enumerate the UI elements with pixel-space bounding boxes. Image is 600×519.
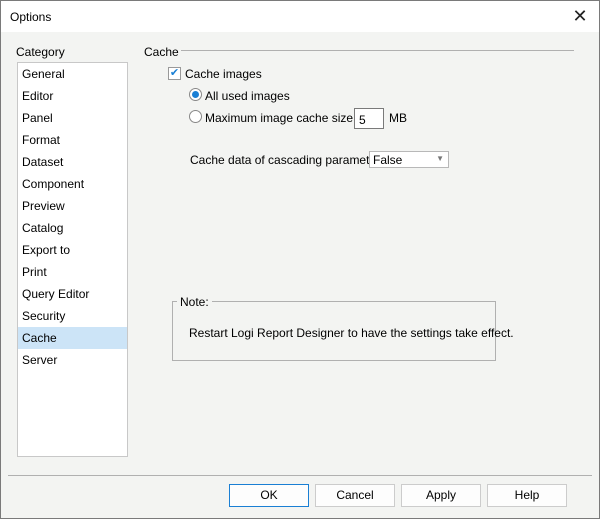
category-item-dataset[interactable]: Dataset: [18, 151, 127, 173]
apply-button[interactable]: Apply: [401, 484, 481, 507]
close-icon[interactable]: ✕: [569, 5, 591, 27]
all-used-images-label: All used images: [205, 89, 290, 103]
note-label: Note:: [177, 295, 212, 309]
cascading-value: False: [373, 153, 403, 167]
category-item-format[interactable]: Format: [18, 129, 127, 151]
max-cache-size-radio[interactable]: [189, 110, 202, 123]
category-item-print[interactable]: Print: [18, 261, 127, 283]
note-text: Restart Logi Report Designer to have the…: [189, 326, 514, 340]
ok-button[interactable]: OK: [229, 484, 309, 507]
max-cache-size-label: Maximum image cache size:: [205, 111, 357, 125]
category-item-cache[interactable]: Cache: [18, 327, 127, 349]
category-item-general[interactable]: General: [18, 63, 127, 85]
category-item-preview[interactable]: Preview: [18, 195, 127, 217]
category-item-server[interactable]: Server: [18, 349, 127, 371]
title-bar: Options ✕: [1, 1, 599, 32]
cache-group-label: Cache: [144, 45, 179, 59]
category-item-catalog[interactable]: Catalog: [18, 217, 127, 239]
chevron-down-icon: ▼: [436, 154, 444, 163]
category-item-editor[interactable]: Editor: [18, 85, 127, 107]
footer-divider: [8, 475, 592, 476]
category-item-export-to[interactable]: Export to: [18, 239, 127, 261]
category-label: Category: [16, 45, 65, 59]
cascading-select[interactable]: False ▼: [369, 151, 449, 168]
cancel-button[interactable]: Cancel: [315, 484, 395, 507]
cascading-label: Cache data of cascading paramete...: [190, 153, 387, 167]
category-item-security[interactable]: Security: [18, 305, 127, 327]
unit-label: MB: [389, 111, 407, 125]
options-dialog: Options ✕ Category General Editor Panel For…: [0, 0, 600, 519]
category-item-component[interactable]: Component: [18, 173, 127, 195]
all-used-images-radio[interactable]: [189, 88, 202, 101]
cache-images-label: Cache images: [185, 67, 262, 81]
category-item-query-editor[interactable]: Query Editor: [18, 283, 127, 305]
category-list[interactable]: General Editor Panel Format Dataset Component…: [17, 62, 128, 457]
checkmark-icon: ✔: [169, 67, 180, 79]
cache-images-checkbox[interactable]: ✔: [168, 67, 181, 80]
category-item-panel[interactable]: Panel: [18, 107, 127, 129]
help-button[interactable]: Help: [487, 484, 567, 507]
group-divider: [181, 50, 574, 51]
max-cache-size-input[interactable]: 5: [354, 108, 384, 129]
window-title: Options: [10, 10, 52, 24]
